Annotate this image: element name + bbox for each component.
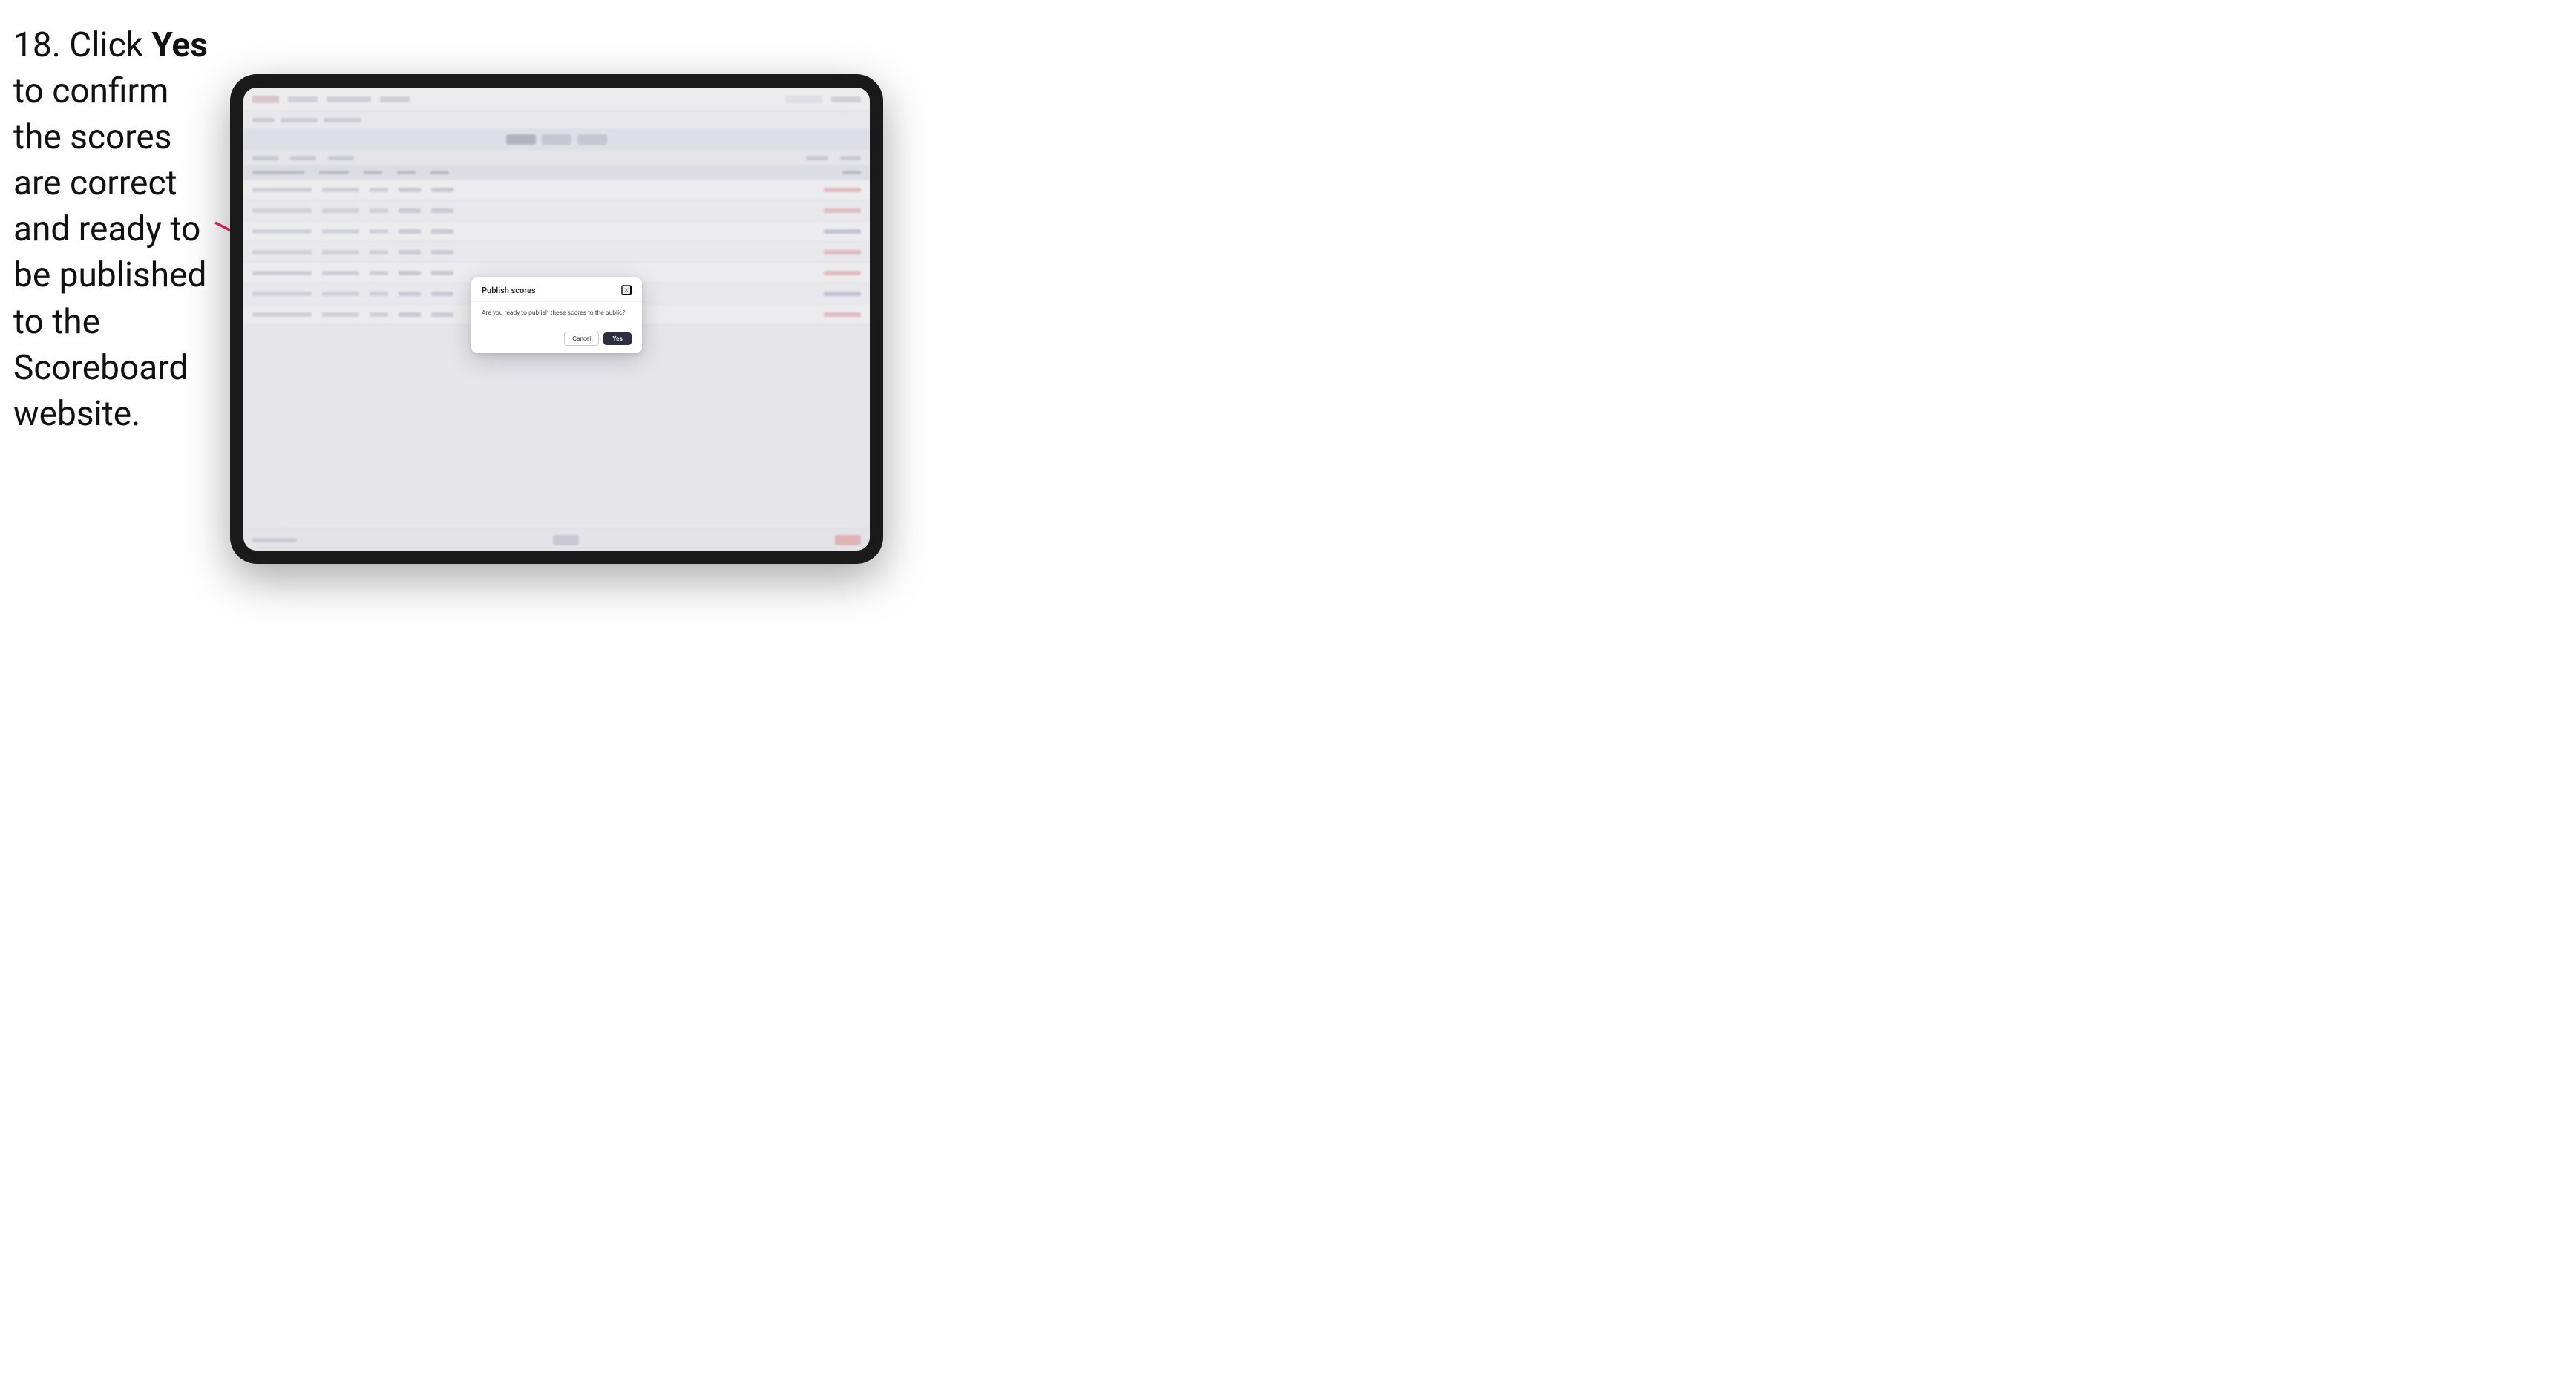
yes-button[interactable]: Yes: [603, 332, 632, 345]
cancel-button[interactable]: Cancel: [564, 332, 599, 346]
modal-body: Are you ready to publish these scores to…: [471, 302, 642, 326]
step-number: 18.: [13, 25, 61, 65]
bold-yes: Yes: [151, 25, 208, 65]
modal-header: Publish scores ×: [471, 277, 642, 302]
tablet-device: Publish scores × Are you ready to publis…: [230, 74, 883, 564]
instruction-text: 18. Click Yes to confirm the scores are …: [13, 22, 221, 437]
instruction-after: to confirm the scores are correct and re…: [13, 71, 206, 434]
publish-scores-modal: Publish scores × Are you ready to publis…: [471, 277, 642, 353]
tablet-screen: Publish scores × Are you ready to publis…: [243, 88, 870, 551]
modal-message: Are you ready to publish these scores to…: [482, 309, 632, 318]
modal-close-button[interactable]: ×: [621, 285, 632, 295]
modal-footer: Cancel Yes: [471, 326, 642, 353]
instruction-body: Click Yes to confirm the scores are corr…: [13, 25, 208, 434]
modal-title: Publish scores: [482, 285, 536, 295]
